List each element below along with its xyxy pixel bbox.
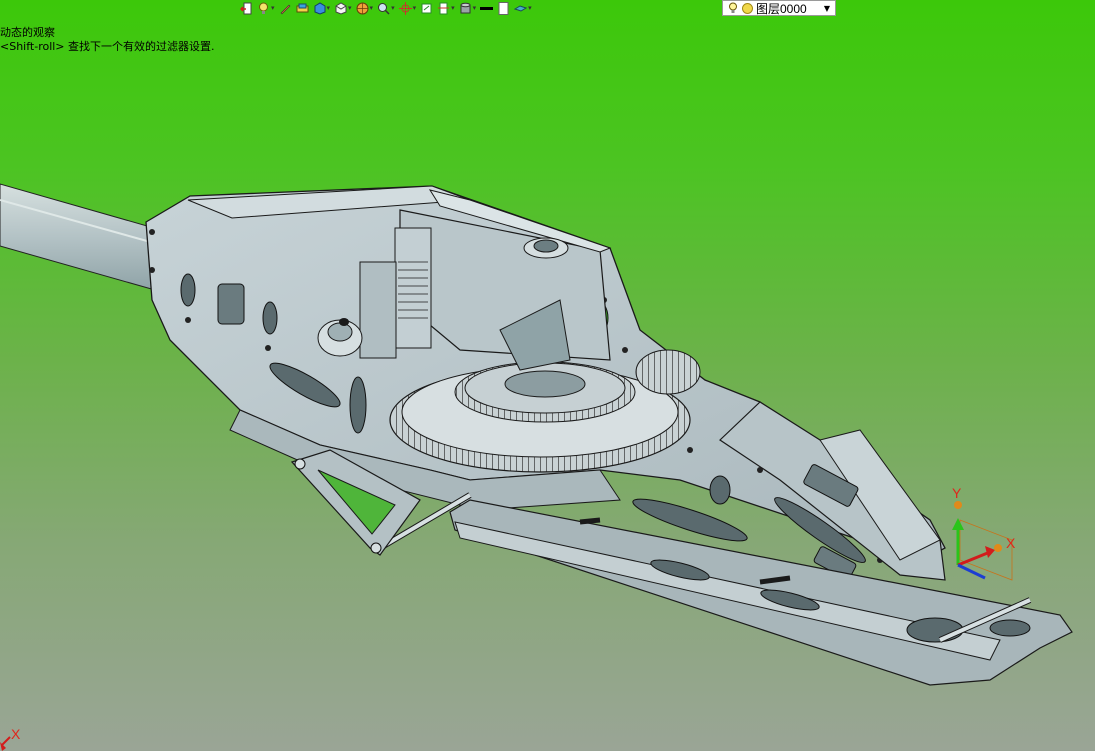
chevron-down-icon[interactable]: ▾ — [370, 5, 374, 12]
render-mode-icon — [356, 2, 369, 15]
exit-sketch-button[interactable] — [238, 0, 255, 17]
layer-name: 图层0000 — [756, 1, 807, 16]
box-icon — [314, 2, 326, 15]
cube-view-icon — [335, 2, 347, 15]
bulb-icon — [259, 2, 268, 14]
pen-icon — [280, 4, 290, 15]
chevron-down-icon[interactable]: ▾ — [271, 5, 275, 12]
layer-selector[interactable]: 图层0000 ▼ — [722, 0, 836, 16]
cylinder-icon — [460, 2, 471, 14]
triad-x-label: X — [1006, 535, 1016, 551]
plane-icon — [514, 5, 528, 12]
light-button[interactable]: ▾ — [255, 0, 277, 17]
page-icon — [498, 2, 509, 15]
command-prompt: 动态的观察 <Shift-roll> 查找下一个有效的过滤器设置. — [0, 26, 215, 54]
3d-viewport[interactable]: Y X X — [0, 0, 1095, 751]
section-button[interactable] — [418, 0, 435, 17]
prompt-line-2: <Shift-roll> 查找下一个有效的过滤器设置. — [0, 40, 215, 53]
bulb-icon — [729, 2, 737, 13]
clip-button[interactable]: ▾ — [435, 0, 457, 17]
triad-y-label: Y — [952, 485, 962, 501]
section-icon — [421, 3, 432, 14]
crosshair-icon — [398, 2, 412, 15]
coordinate-triad: Y X — [952, 485, 1016, 581]
cube-view-button[interactable]: ▾ — [332, 0, 354, 17]
clip-icon — [438, 2, 450, 15]
chevron-down-icon[interactable]: ▾ — [348, 5, 352, 12]
chevron-down-icon[interactable]: ▾ — [451, 5, 455, 12]
layer-color-swatch — [742, 2, 753, 14]
plane-button[interactable]: ▾ — [512, 0, 534, 17]
tail-boom — [0, 183, 169, 293]
measure-button[interactable] — [294, 0, 311, 17]
page-button[interactable] — [495, 0, 512, 17]
chevron-down-icon[interactable]: ▾ — [473, 5, 477, 12]
box-view-button[interactable]: ▾ — [311, 0, 333, 17]
chevron-down-icon[interactable]: ▾ — [413, 5, 417, 12]
chevron-down-icon[interactable]: ▾ — [327, 5, 331, 12]
chevron-down-icon[interactable]: ▼ — [824, 4, 830, 13]
line-weight-button[interactable] — [478, 0, 495, 17]
exit-sketch-icon — [240, 2, 252, 15]
corner-x-label: X — [11, 726, 21, 742]
pen-button[interactable] — [277, 0, 294, 17]
measure-icon — [296, 3, 309, 13]
zoom-button[interactable]: ▾ — [375, 0, 397, 17]
chevron-down-icon[interactable]: ▾ — [528, 5, 532, 12]
cylinder-button[interactable]: ▾ — [457, 0, 479, 17]
zoom-icon — [378, 3, 390, 15]
prompt-line-1: 动态的观察 — [0, 26, 55, 39]
view-toolbar: ▾ ▾ ▾ ▾ ▾ ▾ ▾ ▾ ▾ — [238, 0, 534, 17]
corner-axis-indicator: X — [0, 726, 21, 751]
chevron-down-icon[interactable]: ▾ — [391, 5, 395, 12]
render-mode-button[interactable]: ▾ — [354, 0, 376, 17]
line-weight-icon — [480, 7, 494, 10]
orient-button[interactable]: ▾ — [397, 0, 419, 17]
